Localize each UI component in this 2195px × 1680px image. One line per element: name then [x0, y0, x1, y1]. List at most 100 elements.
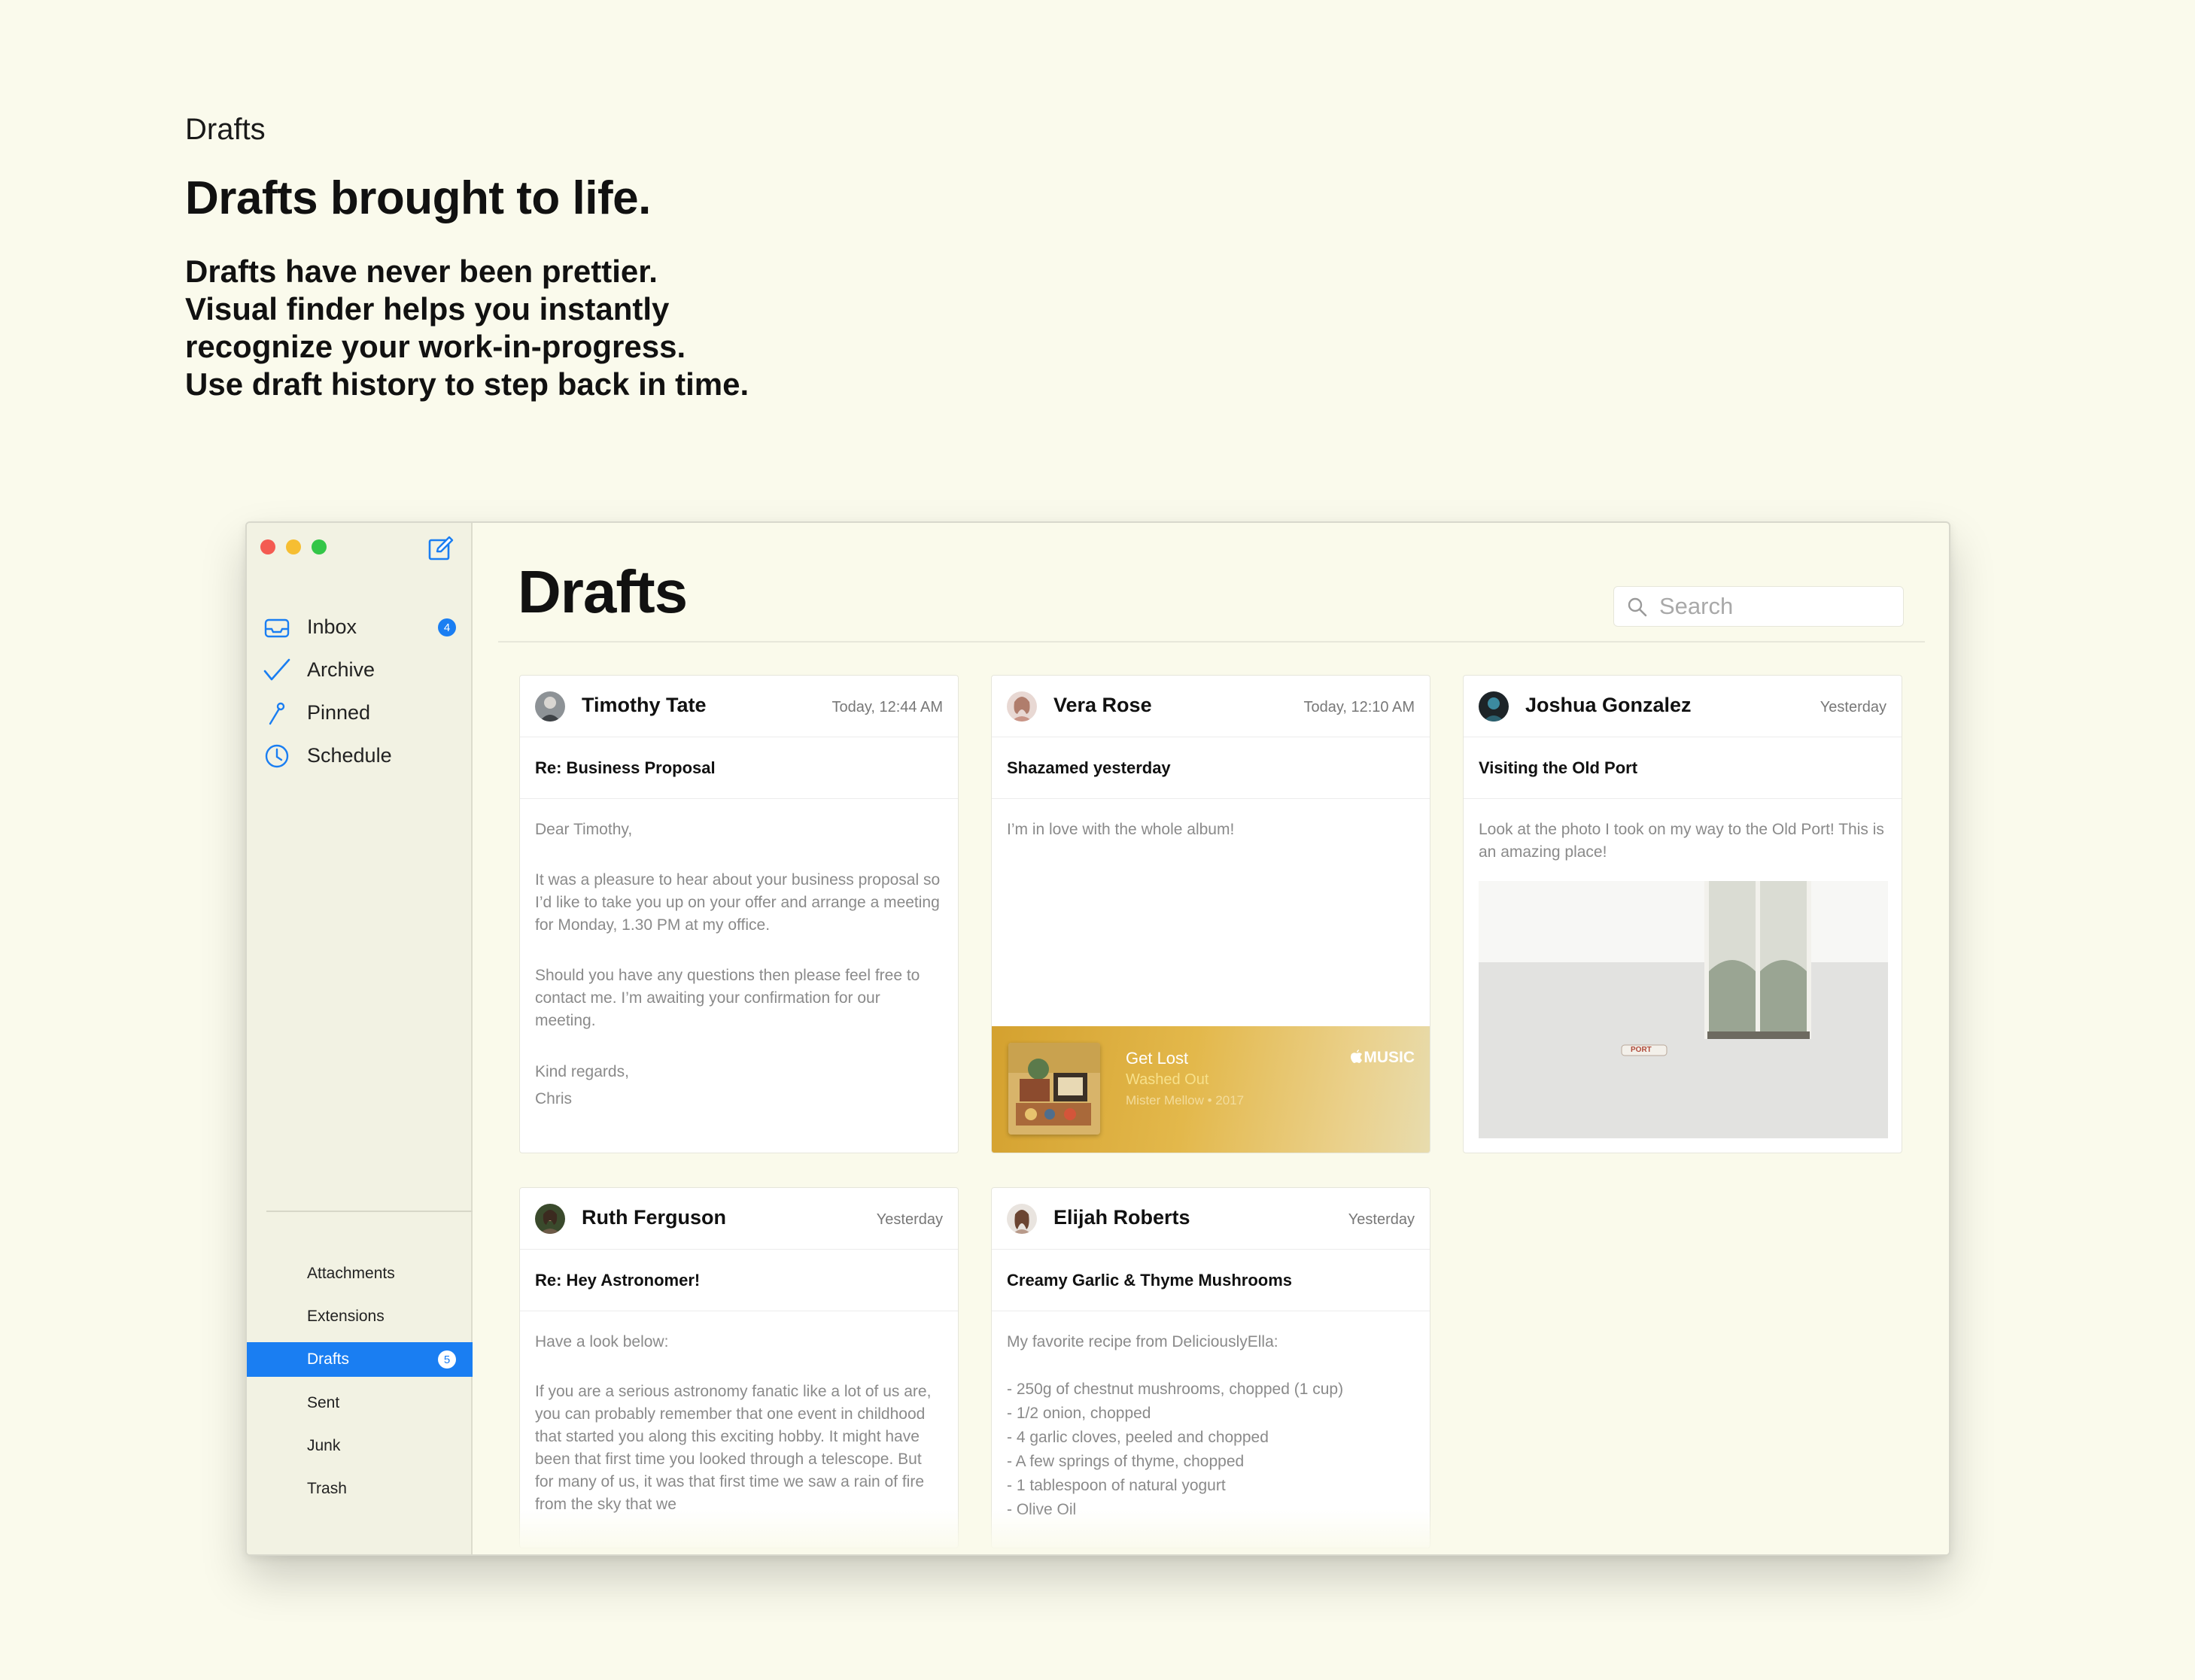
subject: Re: Business Proposal	[520, 737, 958, 799]
sidebar-folders: Attachments Extensions Drafts 5 Sent Jun…	[247, 1252, 473, 1510]
music-attachment[interactable]: Get Lost Washed Out Mister Mellow • 2017…	[992, 1026, 1430, 1153]
hero-description-line: Visual finder helps you instantly	[185, 291, 670, 327]
search-icon	[1628, 597, 1647, 617]
avatar	[535, 691, 565, 722]
card-header: Vera Rose Today, 12:10 AM	[992, 676, 1430, 737]
search-input[interactable]: Search	[1613, 586, 1904, 627]
main-content: Drafts Search Timothy Tate Today, 12:44 …	[473, 523, 1949, 1554]
card-header: Timothy Tate Today, 12:44 AM	[520, 676, 958, 737]
sender-name: Vera Rose	[1053, 694, 1152, 716]
card-header: Elijah Roberts Yesterday	[992, 1188, 1430, 1250]
timestamp: Yesterday	[876, 1211, 943, 1228]
sidebar-item-label: Inbox	[307, 615, 357, 638]
list-item: - A few springs of thyme, chopped	[1007, 1453, 1245, 1470]
body-paragraph: Dear Timothy,	[535, 821, 633, 838]
pin-icon	[269, 702, 285, 725]
sidebar-nav: Inbox 4 Archive Pinned Schedule	[247, 606, 473, 777]
apple-music-wordmark: MUSIC	[1364, 1049, 1415, 1066]
draft-card[interactable]: Vera Rose Today, 12:10 AM Shazamed yeste…	[991, 675, 1430, 1153]
sidebar-item-archive[interactable]: Archive	[247, 649, 473, 691]
folder-label: Attachments	[307, 1264, 395, 1282]
draft-card[interactable]: Elijah Roberts Yesterday Creamy Garlic &…	[991, 1187, 1430, 1548]
sidebar-item-label: Pinned	[307, 701, 371, 724]
hero-description: Drafts have never been prettier. Visual …	[185, 253, 749, 403]
draft-card[interactable]: Ruth Ferguson Yesterday Re: Hey Astronom…	[519, 1187, 959, 1548]
page: Drafts Drafts brought to life. Drafts ha…	[0, 0, 2195, 1680]
subject: Visiting the Old Port	[1464, 737, 1902, 799]
folder-label: Junk	[307, 1436, 341, 1454]
body-paragraph: Look at the photo I took on my way to th…	[1479, 821, 1884, 861]
folder-junk[interactable]: Junk	[247, 1424, 473, 1467]
window-controls	[260, 539, 327, 554]
minimize-window-button[interactable]	[286, 539, 301, 554]
card-body: I’m in love with the whole album!	[992, 799, 1430, 841]
folder-label: Sent	[307, 1393, 340, 1411]
timestamp: Yesterday	[1348, 1211, 1415, 1228]
body-paragraph: Have a look below:	[535, 1333, 669, 1350]
avatar	[1007, 691, 1037, 722]
body-paragraph: Chris	[535, 1090, 573, 1107]
sender-name: Joshua Gonzalez	[1525, 694, 1692, 716]
card-body: Dear Timothy, It was a pleasure to hear …	[520, 799, 958, 1111]
folder-trash[interactable]: Trash	[247, 1467, 473, 1510]
hero-description-line: Use draft history to step back in time.	[185, 366, 749, 402]
folder-label: Drafts	[307, 1350, 350, 1368]
card-body: Have a look below: If you are a serious …	[520, 1311, 958, 1516]
folder-label: Trash	[307, 1479, 347, 1497]
card-body: Look at the photo I took on my way to th…	[1464, 799, 1902, 864]
subject: Re: Hey Astronomer!	[520, 1250, 958, 1311]
zoom-window-button[interactable]	[312, 539, 327, 554]
timestamp: Today, 12:10 AM	[1303, 699, 1415, 715]
body-paragraph: My favorite recipe from DeliciouslyElla:	[1007, 1333, 1278, 1350]
draft-card[interactable]: Timothy Tate Today, 12:44 AM Re: Busines…	[519, 675, 959, 1153]
search-placeholder: Search	[1659, 593, 1734, 619]
hero-description-line: Drafts have never been prettier.	[185, 254, 658, 289]
list-item: - 250g of chestnut mushrooms, chopped (1…	[1007, 1381, 1344, 1398]
hero-title: Drafts brought to life.	[185, 172, 651, 224]
body-paragraph: I’m in love with the whole album!	[1007, 821, 1235, 838]
drafts-count-badge: 5	[438, 1350, 456, 1369]
avatar	[535, 1204, 565, 1234]
compose-icon[interactable]	[427, 535, 455, 562]
sidebar-item-label: Schedule	[307, 744, 392, 767]
folder-drafts[interactable]: Drafts 5	[247, 1342, 473, 1377]
list-item: - 1/2 onion, chopped	[1007, 1405, 1151, 1422]
sidebar-item-inbox[interactable]: Inbox 4	[247, 606, 473, 649]
list-item: - 4 garlic cloves, peeled and chopped	[1007, 1429, 1269, 1446]
header-divider	[498, 641, 1925, 643]
list-item: - 1 tablespoon of natural yogurt	[1007, 1477, 1226, 1494]
timestamp: Yesterday	[1820, 699, 1886, 715]
avatar	[1007, 1204, 1037, 1234]
card-header: Joshua Gonzalez Yesterday	[1464, 676, 1902, 737]
sidebar-divider	[266, 1211, 473, 1212]
folder-extensions[interactable]: Extensions	[247, 1295, 473, 1338]
body-paragraph: Should you have any questions then pleas…	[535, 967, 920, 1029]
subject: Creamy Garlic & Thyme Mushrooms	[992, 1250, 1430, 1311]
avatar	[1479, 691, 1509, 722]
hero-eyebrow: Drafts	[185, 113, 266, 146]
apple-music-logo: MUSIC	[1350, 1049, 1415, 1067]
sidebar-item-pinned[interactable]: Pinned	[247, 691, 473, 734]
timestamp: Today, 12:44 AM	[831, 699, 944, 715]
track-album-meta: Mister Mellow • 2017	[1126, 1093, 1245, 1107]
close-window-button[interactable]	[260, 539, 275, 554]
folder-label: Extensions	[307, 1307, 385, 1325]
page-title: Drafts	[518, 558, 688, 625]
checkmark-icon	[263, 658, 290, 681]
clock-icon	[265, 744, 289, 768]
track-artist: Washed Out	[1126, 1071, 1209, 1088]
folder-sent[interactable]: Sent	[247, 1381, 473, 1424]
sidebar-item-schedule[interactable]: Schedule	[247, 734, 473, 777]
sidebar: Inbox 4 Archive Pinned Schedule Attachme…	[247, 523, 473, 1554]
card-header: Ruth Ferguson Yesterday	[520, 1188, 958, 1250]
sender-name: Elijah Roberts	[1053, 1206, 1190, 1229]
folder-attachments[interactable]: Attachments	[247, 1252, 473, 1295]
photo-attachment[interactable]: PORT	[1479, 881, 1888, 1138]
bottom-fade	[473, 1509, 1949, 1554]
hero-description-line: recognize your work-in-progress.	[185, 329, 686, 364]
inbox-icon	[264, 618, 290, 638]
album-artwork	[1008, 1043, 1100, 1135]
body-paragraph: It was a pleasure to hear about your bus…	[535, 871, 941, 934]
draft-card[interactable]: Joshua Gonzalez Yesterday Visiting the O…	[1463, 675, 1902, 1153]
body-paragraph: Kind regards,	[535, 1063, 629, 1080]
